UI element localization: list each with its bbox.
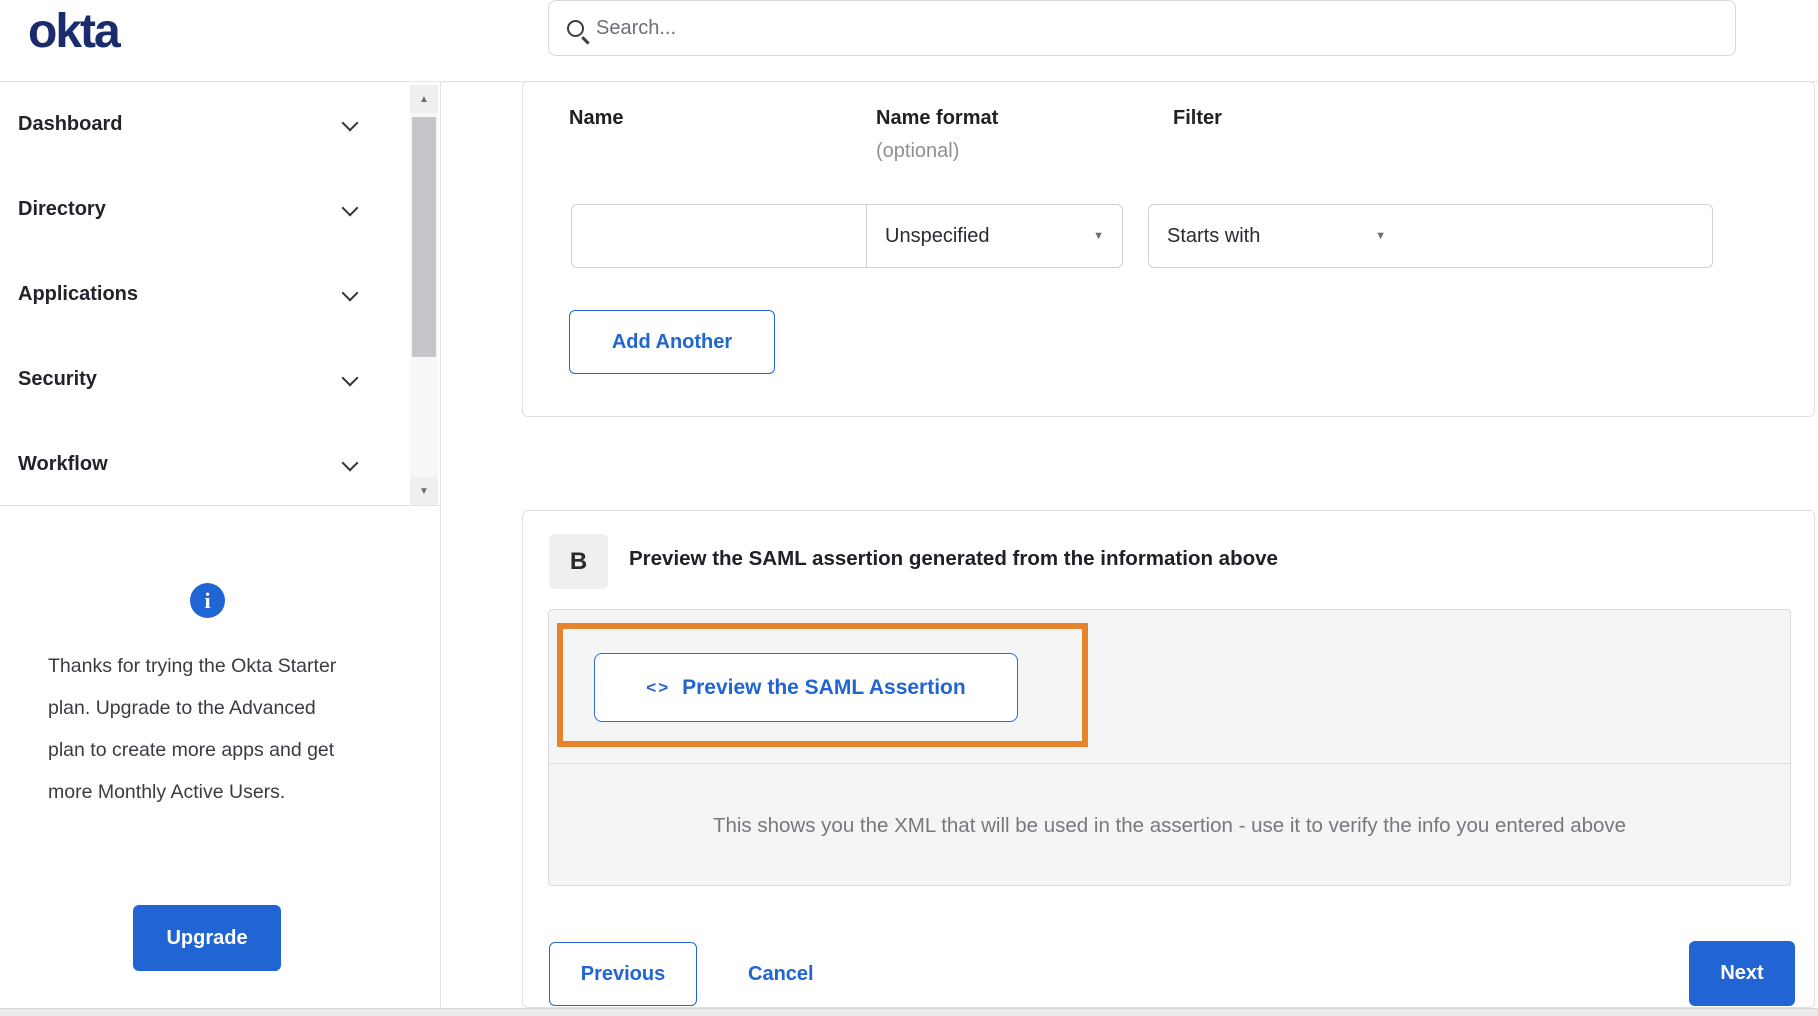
sidebar-divider	[440, 81, 441, 1008]
step-b-badge: B	[549, 534, 608, 589]
sidebar-item-directory[interactable]: Directory	[0, 167, 410, 252]
sidebar-item-workflow[interactable]: Workflow	[0, 422, 410, 507]
page-bottom-edge	[0, 1008, 1818, 1016]
filter-label: Filter	[1173, 107, 1222, 129]
preview-saml-assertion-button[interactable]: <> Preview the SAML Assertion	[594, 653, 1018, 722]
sidebar-item-label: Dashboard	[18, 113, 123, 135]
next-button[interactable]: Next	[1689, 941, 1795, 1006]
sidebar-item-label: Workflow	[18, 453, 108, 475]
sidebar-scrollbar: ▲ ▼	[410, 85, 438, 505]
name-format-optional-label: (optional)	[876, 140, 960, 162]
chevron-down-icon	[344, 285, 358, 299]
sidebar-item-label: Applications	[18, 283, 139, 305]
sidebar-item-security[interactable]: Security	[0, 337, 410, 422]
previous-button[interactable]: Previous	[549, 942, 697, 1006]
scrollbar-thumb[interactable]	[412, 117, 436, 357]
add-another-button[interactable]: Add Another	[569, 310, 775, 374]
search-input[interactable]	[596, 16, 1735, 40]
dropdown-arrow-icon: ▼	[1375, 230, 1386, 242]
scroll-up-button[interactable]: ▲	[410, 85, 438, 113]
chevron-down-icon	[344, 115, 358, 129]
search-icon	[567, 19, 584, 37]
section-b-heading: Preview the SAML assertion generated fro…	[629, 547, 1278, 570]
attribute-statement-card: Name Name format (optional) Filter Unspe…	[522, 81, 1815, 417]
filter-type-selected-value: Starts with	[1167, 224, 1261, 247]
name-format-label: Name format	[876, 107, 999, 129]
global-search[interactable]	[548, 0, 1736, 56]
sidebar-item-dashboard[interactable]: Dashboard	[0, 82, 410, 167]
preview-saml-card: B Preview the SAML assertion generated f…	[522, 510, 1815, 1008]
scroll-down-button[interactable]: ▼	[410, 477, 438, 505]
code-brackets-icon: <>	[646, 677, 671, 697]
chevron-down-icon	[344, 455, 358, 469]
info-icon: i	[190, 583, 225, 618]
name-format-selected-value: Unspecified	[885, 224, 990, 247]
chevron-down-icon	[344, 200, 358, 214]
sidebar-item-label: Directory	[18, 198, 106, 220]
okta-logo: okta	[28, 5, 121, 58]
dropdown-arrow-icon: ▼	[1093, 230, 1104, 242]
filter-value-input[interactable]	[1404, 204, 1713, 268]
preview-panel: <> Preview the SAML Assertion This shows…	[548, 609, 1791, 886]
name-format-select[interactable]: Unspecified ▼	[866, 204, 1123, 268]
chevron-down-icon	[344, 370, 358, 384]
cancel-button[interactable]: Cancel	[733, 942, 829, 1006]
preview-description: This shows you the XML that will be used…	[712, 813, 1627, 837]
filter-type-select[interactable]: Starts with ▼	[1148, 204, 1405, 268]
sidebar-nav: Dashboard Directory Applications Securit…	[0, 82, 410, 507]
sidebar-nav-bottom-border	[0, 505, 440, 506]
preview-button-area: <> Preview the SAML Assertion	[549, 610, 1790, 764]
upsell-text: Thanks for trying the Okta Starter plan.…	[48, 655, 337, 803]
upgrade-button[interactable]: Upgrade	[133, 905, 281, 971]
preview-saml-button-label: Preview the SAML Assertion	[682, 675, 966, 699]
sidebar-item-label: Security	[18, 368, 97, 390]
name-label: Name	[569, 107, 624, 129]
sidebar-item-applications[interactable]: Applications	[0, 252, 410, 337]
name-input[interactable]	[571, 204, 867, 268]
